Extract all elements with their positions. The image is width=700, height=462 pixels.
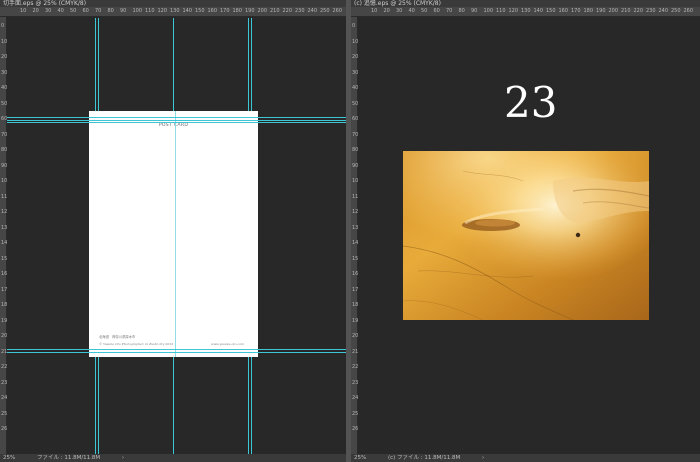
document-window-right[interactable]: (c) 追憶.eps @ 25% (CMYK/8) 10 20 30 40 50 60 70… <box>351 0 700 462</box>
ruler-tick-label: 220 <box>282 8 293 14</box>
ruler-tick-label: 0 <box>1 23 5 29</box>
ruler-tick-label: 90 <box>120 8 127 14</box>
ruler-tick-label: 220 <box>633 8 644 14</box>
ruler-tick-label: 130 <box>170 8 180 14</box>
ruler-tick-label: 110 <box>496 8 506 14</box>
ruler-tick-label: 240 <box>307 8 318 14</box>
ruler-tick-label: 170 <box>220 8 230 14</box>
ruler-tick-label: 20 <box>32 8 39 14</box>
postcard-title: POST CARD <box>158 123 189 128</box>
ruler-tick-label: 230 <box>295 8 305 14</box>
ruler-tick-label: 120 <box>508 8 519 14</box>
document-tab-right[interactable]: (c) 追憶.eps @ 25% (CMYK/8) <box>351 0 700 7</box>
status-bar: 25% ファイル : 11.8M/11.8M › <box>0 454 346 462</box>
sand-beach-photo <box>403 151 649 320</box>
ruler-tick-label: 190 <box>596 8 606 14</box>
vertical-ruler[interactable]: 0 10 20 30 40 50 60 70 80 90 100 110 120 130 140 150 160… <box>0 17 11 454</box>
ruler-tick-label: 150 <box>195 8 205 14</box>
canvas-area[interactable]: POST CARD 北海道 神奈川県厚木市 © Yusuke Oto Photo… <box>7 18 346 454</box>
horizontal-ruler[interactable]: 10 20 30 40 50 60 70 80 90 100 110 120 130 140 150 160 1… <box>351 7 700 17</box>
ruler-tick-label: 240 <box>658 8 669 14</box>
ruler-tick-label: 170 <box>571 8 581 14</box>
document-tab-title: 切手面.eps @ 25% (CMYK/8) <box>3 0 87 7</box>
status-arrow-icon[interactable]: › <box>482 455 484 461</box>
ruler-tick-label: 180 <box>583 8 594 14</box>
horizontal-ruler[interactable]: 10 20 30 40 50 60 70 80 90 100 110 120 130 140 150 160 1… <box>0 7 346 17</box>
ruler-tick-label: 50 <box>421 8 428 14</box>
ruler-tick-label: 120 <box>157 8 168 14</box>
ruler-tick-label: 60 <box>433 8 440 14</box>
ruler-tick-label: 130 <box>521 8 531 14</box>
ruler-tick-label: 90 <box>471 8 478 14</box>
ruler-tick-label: 140 <box>182 8 193 14</box>
page-number: 23 <box>504 78 558 127</box>
zoom-level[interactable]: 25% <box>354 455 366 461</box>
guide-horizontal[interactable] <box>7 120 346 121</box>
ruler-tick-label: 60 <box>82 8 89 14</box>
ruler-tick-label: 160 <box>558 8 569 14</box>
guide-horizontal[interactable] <box>7 349 346 350</box>
ruler-tick-label: 260 <box>683 8 694 14</box>
canvas-area[interactable]: 23 <box>358 18 700 454</box>
postcard-address: 北海道 神奈川県厚木市 <box>99 335 136 339</box>
guide-horizontal[interactable] <box>7 117 346 118</box>
ruler-tick-label: 20 <box>383 8 390 14</box>
postcard-url: www.yusuke-oto.com <box>210 342 244 346</box>
vertical-ruler[interactable]: 0 10 20 30 40 50 60 70 80 90 100 110 120 130 140 150 160… <box>351 17 362 454</box>
ruler-tick-label: 210 <box>270 8 280 14</box>
ruler-tick-label: 260 <box>332 8 343 14</box>
ruler-tick-label: 190 <box>245 8 255 14</box>
postcard-page: POST CARD 北海道 神奈川県厚木市 © Yusuke Oto Photo… <box>89 111 258 357</box>
postcard-credit: © Yusuke Oto Photographer, in Zushi city… <box>99 342 174 346</box>
ruler-tick-label: 40 <box>57 8 64 14</box>
ruler-tick-label: 80 <box>458 8 465 14</box>
ruler-tick-label: 210 <box>621 8 631 14</box>
ruler-tick-label: 70 <box>95 8 102 14</box>
ruler-tick-label: 50 <box>70 8 77 14</box>
ruler-tick-label: 250 <box>671 8 681 14</box>
ruler-tick-label: 10 <box>20 8 27 14</box>
status-arrow-icon[interactable]: › <box>122 455 124 461</box>
status-bar: 25% (c) ファイル : 11.8M/11.8M › <box>351 454 700 462</box>
file-info: ファイル : 11.8M/11.8M <box>36 455 101 461</box>
ruler-tick-label: 150 <box>546 8 556 14</box>
ruler-tick-label: 110 <box>145 8 155 14</box>
ruler-tick-label: 30 <box>396 8 403 14</box>
guide-vertical-center[interactable] <box>175 111 176 357</box>
guide-horizontal[interactable] <box>7 122 346 123</box>
ruler-tick-label: 100 <box>132 8 143 14</box>
ruler-tick-label: 200 <box>608 8 619 14</box>
guide-horizontal[interactable] <box>7 352 346 353</box>
ruler-tick-label: 0 <box>352 23 356 29</box>
ruler-tick-label: 140 <box>533 8 544 14</box>
zoom-level[interactable]: 25% <box>3 455 15 461</box>
ruler-tick-label: 160 <box>207 8 218 14</box>
ruler-tick-label: 10 <box>371 8 378 14</box>
ruler-tick-label: 30 <box>45 8 52 14</box>
ruler-tick-label: 180 <box>232 8 243 14</box>
document-tab-left[interactable]: 切手面.eps @ 25% (CMYK/8) <box>0 0 346 7</box>
ruler-tick-label: 80 <box>107 8 114 14</box>
ruler-tick-label: 70 <box>446 8 453 14</box>
file-info: (c) ファイル : 11.8M/11.8M <box>387 455 461 461</box>
ruler-tick-label: 40 <box>408 8 415 14</box>
ruler-tick-label: 230 <box>646 8 656 14</box>
ruler-tick-label: 250 <box>320 8 330 14</box>
document-tab-title: (c) 追憶.eps @ 25% (CMYK/8) <box>354 0 441 7</box>
document-window-left[interactable]: 切手面.eps @ 25% (CMYK/8) 10 20 30 40 50 60 70 80 9… <box>0 0 346 462</box>
ruler-tick-label: 200 <box>257 8 268 14</box>
ruler-tick-label: 100 <box>483 8 494 14</box>
